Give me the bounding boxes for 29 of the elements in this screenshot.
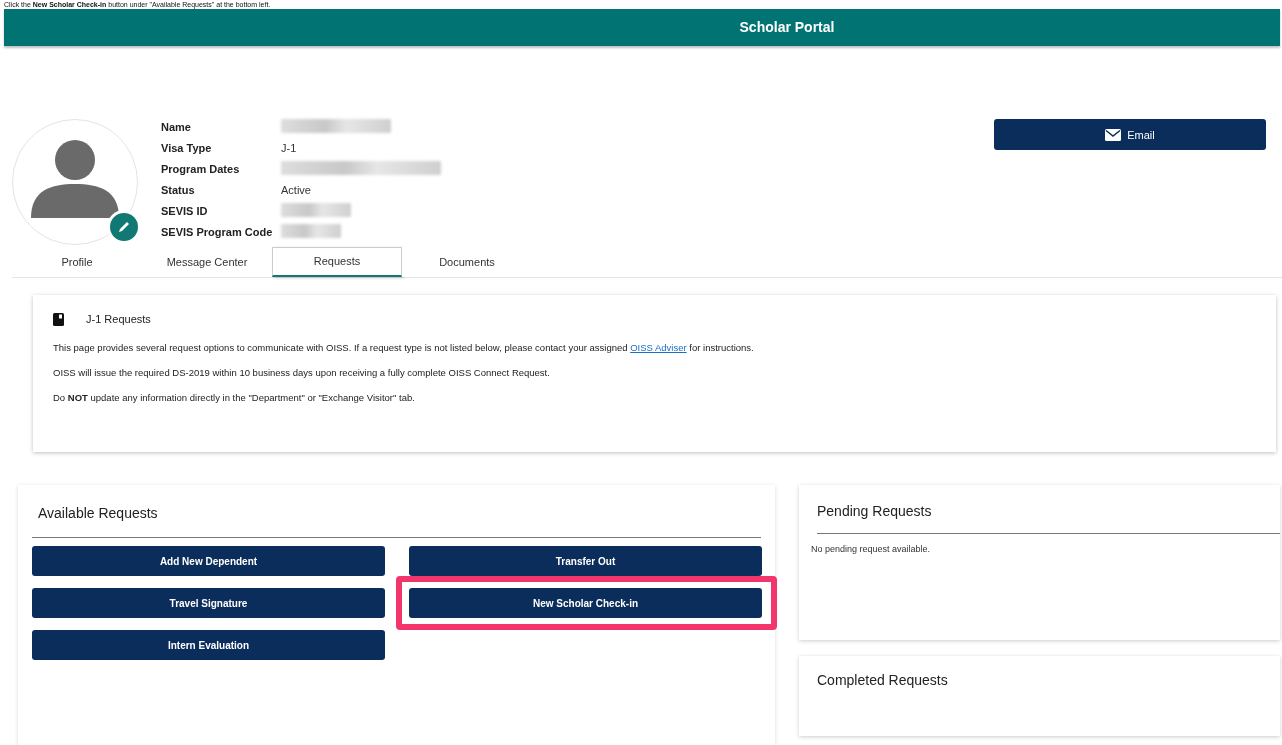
info-title: J-1 Requests [86, 313, 151, 326]
info-paragraph: This page provides several request options to communicate with OISS. If a request type is not listed below, please contact your assigned OISS Adviser for instructions. [53, 341, 755, 354]
request-button[interactable]: Intern Evaluation [32, 630, 385, 660]
pencil-icon [117, 220, 131, 235]
tab[interactable]: Requests [272, 246, 402, 277]
avatar-silhouette-icon [31, 140, 119, 219]
card-title: Completed Requests [817, 671, 949, 688]
field-value: Active [281, 183, 312, 199]
field-label: Name [161, 120, 192, 136]
field-label: Status [161, 183, 196, 199]
email-button[interactable]: Email [994, 119, 1266, 151]
info-paragraph: OISS will issue the required DS-2019 within 10 business days upon receiving a fully complete OISS Connect Request. [53, 366, 551, 379]
card-title: Pending Requests [817, 485, 1280, 534]
request-button[interactable]: Travel Signature [32, 588, 385, 618]
field-label: SEVIS Program Code [161, 225, 274, 241]
request-button[interactable]: Add New Dependent [32, 546, 385, 576]
info-paragraph: Do NOT update any information directly in the "Department" or "Exchange Visitor" tab. [53, 391, 416, 404]
empty-message: No pending request available. [811, 544, 932, 554]
card-title: Available Requests [32, 485, 761, 538]
book-icon [53, 312, 64, 326]
field-label: Program Dates [161, 162, 241, 178]
field-value: J-1 [281, 141, 298, 157]
adviser-link[interactable]: OISS Adviser [630, 341, 687, 353]
request-button[interactable]: New Scholar Check-in [409, 588, 762, 618]
field-label: Visa Type [161, 141, 213, 157]
field-label: SEVIS ID [161, 204, 209, 220]
request-button[interactable]: Transfer Out [409, 546, 762, 576]
envelope-icon [1105, 128, 1122, 141]
header-title: Scholar Portal [739, 19, 835, 35]
